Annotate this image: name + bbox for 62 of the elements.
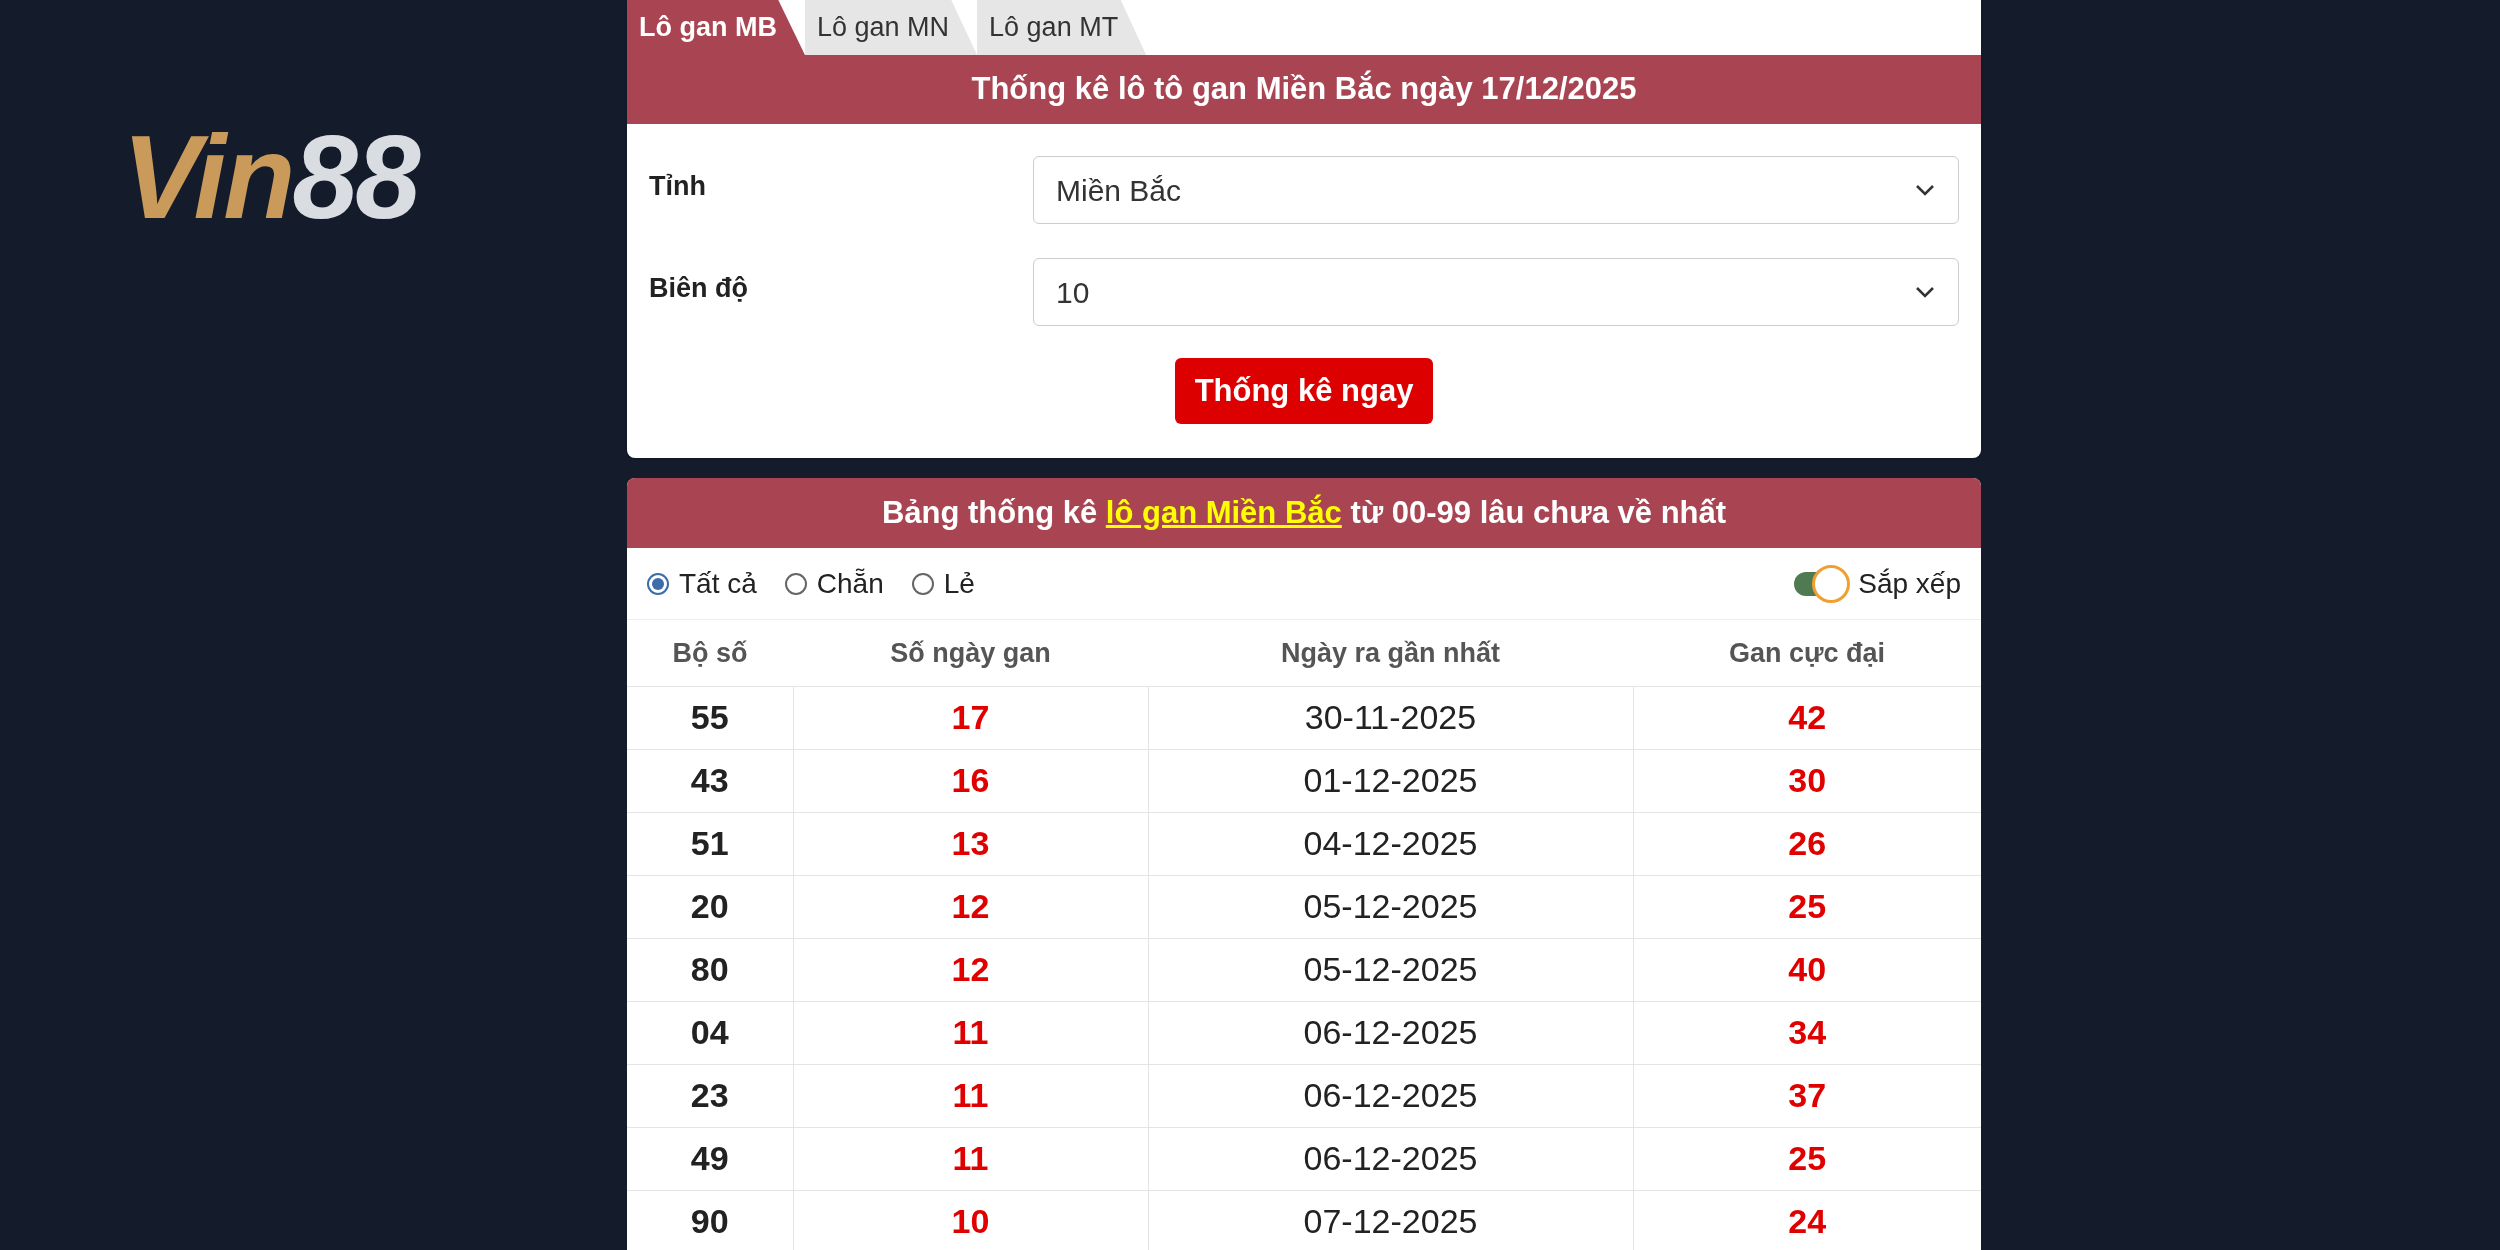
title-link[interactable]: lô gan Miền Bắc [1105,489,1342,537]
table-cell: 51 [627,812,793,875]
table-cell: 43 [627,749,793,812]
table-cell: 11 [793,1127,1148,1190]
table-cell: 04-12-2025 [1148,812,1633,875]
column-header: Gan cực đại [1633,620,1981,686]
table-cell: 55 [627,686,793,749]
radio-button[interactable] [911,572,934,595]
table-cell: 06-12-2025 [1148,1127,1633,1190]
table-cell: 26 [1633,812,1981,875]
tab[interactable]: Lô gan MB [627,0,805,55]
table-cell: 17 [793,686,1148,749]
table-cell: 49 [627,1127,793,1190]
table-cell: 80 [627,938,793,1001]
table-cell: 16 [793,749,1148,812]
select-field[interactable]: Miền Bắc [1033,156,1959,224]
select-field[interactable]: 10 [1033,258,1959,326]
table-cell: 12 [793,938,1148,1001]
table-cell: 20 [627,875,793,938]
table-cell: 90 [627,1190,793,1250]
radio-button[interactable] [647,572,669,595]
field-label: Tỉnh [649,170,707,203]
table-cell: 11 [793,1001,1148,1064]
section-header: Thống kê lô tô gan Miền Bắc ngày 17/12/2025 [627,55,1981,124]
field-label: Biên độ [649,272,749,305]
table-cell: 06-12-2025 [1148,1064,1633,1127]
table-cell: 04 [627,1001,793,1064]
table-cell: 40 [1633,938,1981,1001]
table-cell: 10 [793,1190,1148,1250]
radio-label: Tất cả [679,566,757,601]
radio-button[interactable] [784,572,807,595]
column-header: Ngày ra gần nhất [1148,620,1633,686]
chevron-down-icon [1914,285,1936,299]
table-cell: 24 [1633,1190,1981,1250]
table-cell: 42 [1633,686,1981,749]
table-cell: 23 [627,1064,793,1127]
column-header: Số ngày gan [793,620,1148,686]
logo: Vin88 [122,118,418,236]
tab[interactable]: Lô gan MT [977,0,1147,55]
table-cell: 37 [1633,1064,1981,1127]
table-cell: 05-12-2025 [1148,938,1633,1001]
column-header: Bộ số [627,620,793,686]
toggle-label: Sắp xếp [1858,566,1961,601]
table-cell: 12 [793,875,1148,938]
toggle-switch[interactable] [1794,564,1851,603]
table-cell: 07-12-2025 [1148,1190,1633,1250]
table-cell: 13 [793,812,1148,875]
table-cell: 05-12-2025 [1148,875,1633,938]
table-cell: 11 [793,1064,1148,1127]
radio-label: Lẻ [943,566,975,601]
table-cell: 25 [1633,875,1981,938]
table-cell: 25 [1633,1127,1981,1190]
submit-button[interactable]: Thống kê ngay [1174,358,1434,424]
radio-label: Chẵn [816,566,884,601]
table-cell: 01-12-2025 [1148,749,1633,812]
table-cell: 30 [1633,749,1981,812]
table-cell: 06-12-2025 [1148,1001,1633,1064]
table-cell: 30-11-2025 [1148,686,1633,749]
tab[interactable]: Lô gan MN [805,0,978,55]
table-cell: 34 [1633,1001,1981,1064]
chevron-down-icon [1914,183,1936,197]
table-title: Bảng thống kê lô gan Miền Bắc từ 00-99 lâu chưa về nhất [627,478,1981,548]
